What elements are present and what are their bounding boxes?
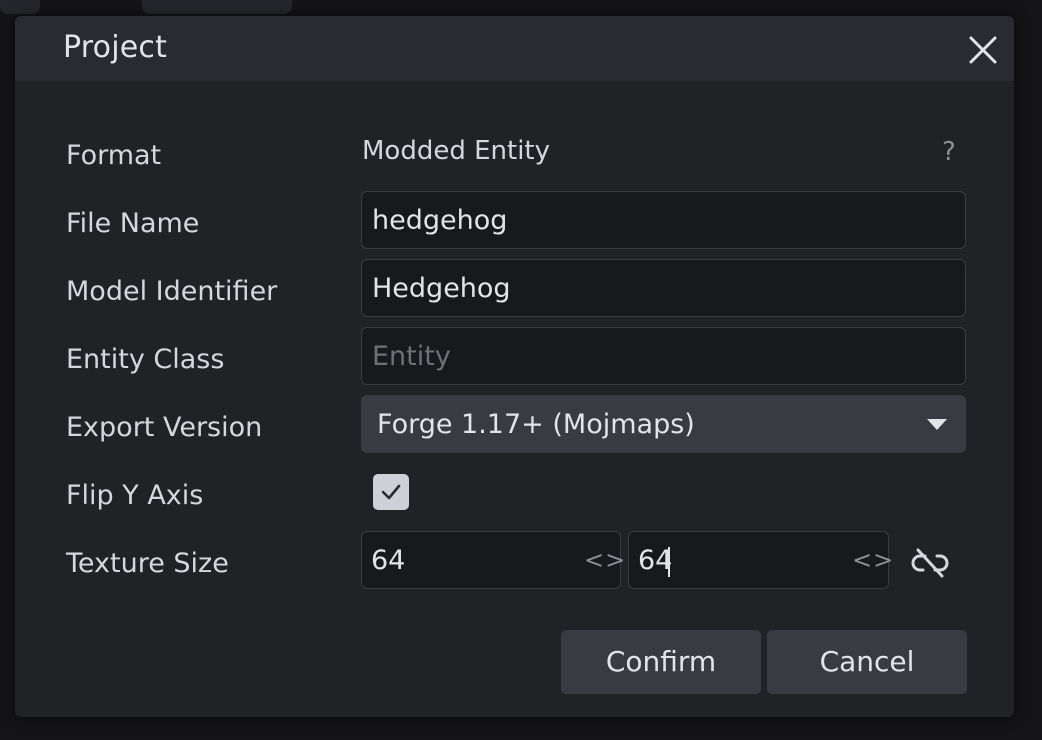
- texture-height-input[interactable]: 64 <>: [628, 531, 893, 589]
- file-name-input[interactable]: [361, 191, 966, 249]
- drag-stepper-icon[interactable]: <>: [584, 546, 626, 574]
- dialog-titlebar: Project: [15, 16, 1014, 81]
- cancel-button[interactable]: Cancel: [767, 630, 967, 694]
- export-version-value: Forge 1.17+ (Mojmaps): [377, 409, 695, 440]
- help-icon[interactable]: ?: [942, 137, 956, 167]
- project-dialog: Project Format Modded Entity ? File Name…: [15, 16, 1014, 717]
- link-off-icon: [911, 548, 949, 578]
- check-icon: [381, 484, 401, 500]
- flip-y-axis-checkbox[interactable]: [373, 474, 409, 510]
- export-version-select[interactable]: Forge 1.17+ (Mojmaps): [361, 395, 966, 453]
- texture-width-value: 64: [371, 545, 406, 576]
- entity-class-input[interactable]: [361, 327, 966, 385]
- format-value: Modded Entity: [362, 136, 551, 166]
- file-name-label: File Name: [66, 208, 200, 239]
- link-size-toggle[interactable]: [910, 546, 950, 580]
- background-tab: [142, 0, 292, 14]
- export-version-label: Export Version: [66, 412, 263, 443]
- model-identifier-input[interactable]: [361, 259, 966, 317]
- drag-stepper-icon[interactable]: <>: [852, 546, 894, 574]
- text-cursor: [668, 547, 670, 577]
- texture-width-input[interactable]: 64 <>: [361, 531, 625, 589]
- dialog-title: Project: [63, 30, 168, 65]
- texture-size-label: Texture Size: [66, 548, 229, 579]
- flip-y-axis-label: Flip Y Axis: [66, 480, 204, 511]
- close-button[interactable]: [965, 32, 1001, 68]
- model-identifier-label: Model Identifier: [66, 276, 278, 307]
- background-tab: [0, 0, 40, 14]
- format-label: Format: [66, 140, 162, 171]
- close-icon: [969, 36, 997, 64]
- entity-class-label: Entity Class: [66, 344, 225, 375]
- caret-down-icon: [927, 419, 947, 430]
- confirm-button[interactable]: Confirm: [561, 630, 761, 694]
